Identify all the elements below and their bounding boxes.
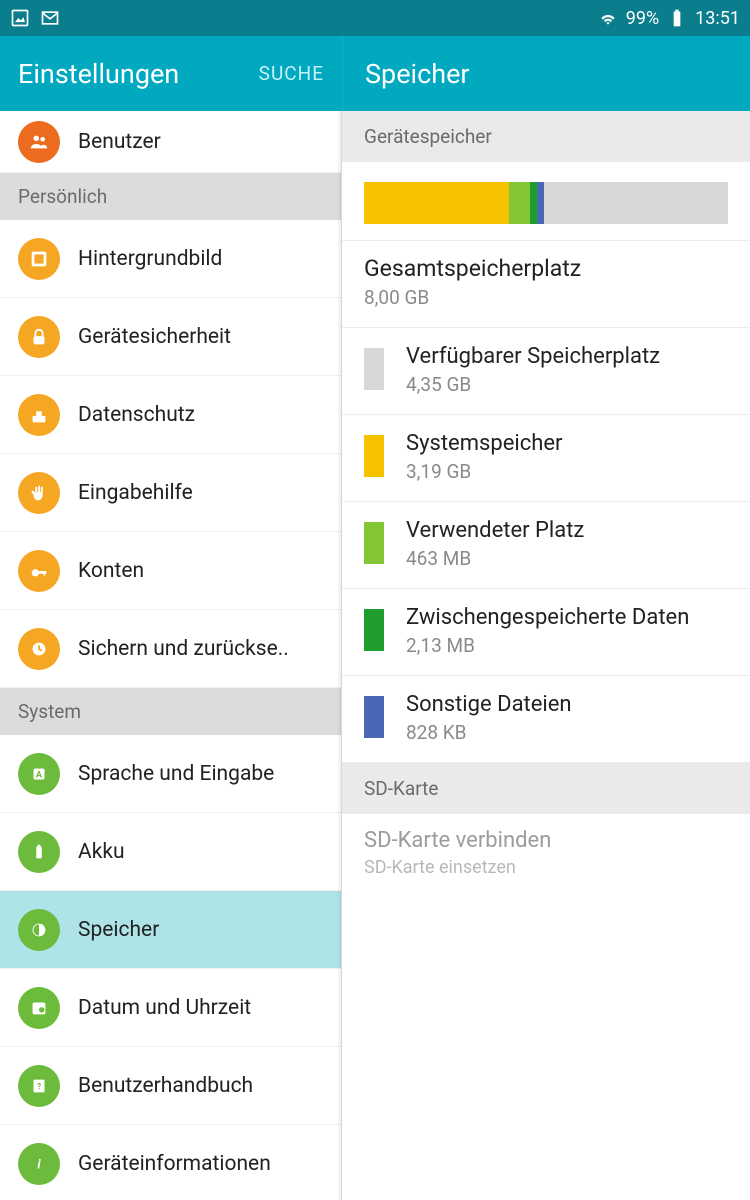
wallpaper-icon xyxy=(18,238,60,280)
section-device-storage: Gerätespeicher xyxy=(342,111,750,162)
section-sd-card: SD-Karte xyxy=(342,763,750,814)
sidebar-item-storage[interactable]: Speicher xyxy=(0,891,341,969)
storage-row-value: 2,13 MB xyxy=(406,634,689,657)
sidebar-item-language[interactable]: A Sprache und Eingabe xyxy=(0,735,341,813)
calendar-icon xyxy=(18,987,60,1029)
sd-connect-label: SD-Karte verbinden xyxy=(364,828,728,853)
sidebar-item-label: Akku xyxy=(78,840,125,864)
svg-text:i: i xyxy=(37,1157,41,1172)
sidebar-item-datetime[interactable]: Datum und Uhrzeit xyxy=(0,969,341,1047)
clock-text: 13:51 xyxy=(695,8,740,29)
search-button[interactable]: SUCHE xyxy=(259,62,324,85)
storage-row-label: Verwendeter Platz xyxy=(406,518,584,543)
sidebar-item-label: Gerätesicherheit xyxy=(78,325,231,349)
storage-row-label: Sonstige Dateien xyxy=(406,692,572,717)
sidebar-section-personal: Persönlich xyxy=(0,173,341,220)
storage-row-value: 3,19 GB xyxy=(406,460,562,483)
storage-row-value: 4,35 GB xyxy=(406,373,660,396)
sidebar-item-label: Hintergrundbild xyxy=(78,247,222,271)
sidebar-item-manual[interactable]: ? Benutzerhandbuch xyxy=(0,1047,341,1125)
sidebar-item-backup[interactable]: Sichern und zurückse.. xyxy=(0,610,341,688)
sidebar-item-label: Benutzer xyxy=(78,130,161,154)
storage-row-used[interactable]: Verwendeter Platz 463 MB xyxy=(342,502,750,589)
sidebar-item-label: Datum und Uhrzeit xyxy=(78,996,251,1020)
wifi-icon xyxy=(598,8,618,28)
sidebar-item-privacy[interactable]: Datenschutz xyxy=(0,376,341,454)
storage-usage-bar-wrap xyxy=(342,162,750,241)
info-icon: i xyxy=(18,1143,60,1185)
sidebar-item-label: Datenschutz xyxy=(78,403,195,427)
status-bar: 99% 13:51 xyxy=(0,0,750,36)
storage-row-value: 828 KB xyxy=(406,721,572,744)
lock-icon xyxy=(18,316,60,358)
sidebar-item-battery[interactable]: Akku xyxy=(0,813,341,891)
storage-row-label: Verfügbarer Speicherplatz xyxy=(406,344,660,369)
storage-bar-segment xyxy=(364,182,509,224)
gmail-icon xyxy=(40,8,60,28)
sd-connect-row: SD-Karte verbinden SD-Karte einsetzen xyxy=(342,814,750,896)
storage-row-available[interactable]: Verfügbarer Speicherplatz 4,35 GB xyxy=(342,328,750,415)
storage-row-label: Systemspeicher xyxy=(406,431,562,456)
sd-connect-sub: SD-Karte einsetzen xyxy=(364,857,728,878)
sidebar-item-security[interactable]: Gerätesicherheit xyxy=(0,298,341,376)
sidebar-item-wallpaper[interactable]: Hintergrundbild xyxy=(0,220,341,298)
battery-icon xyxy=(18,831,60,873)
storage-bar-segment xyxy=(530,182,537,224)
storage-panel: Gerätespeicher Gesamtspeicherplatz 8,00 … xyxy=(342,111,750,1200)
storage-total-row[interactable]: Gesamtspeicherplatz 8,00 GB xyxy=(342,241,750,328)
backup-icon xyxy=(18,628,60,670)
sidebar-item-deviceinfo[interactable]: i Geräteinformationen xyxy=(0,1125,341,1200)
hand-icon xyxy=(18,472,60,514)
storage-total-value: 8,00 GB xyxy=(364,286,728,309)
svg-text:?: ? xyxy=(37,1081,41,1091)
storage-total-label: Gesamtspeicherplatz xyxy=(364,255,728,282)
sidebar-item-label: Konten xyxy=(78,559,144,583)
page-header: Speicher xyxy=(342,36,750,111)
manual-icon: ? xyxy=(18,1065,60,1107)
storage-icon xyxy=(18,909,60,951)
settings-title: Einstellungen xyxy=(18,58,179,90)
swatch-other xyxy=(364,696,384,738)
sidebar-item-label: Sichern und zurückse.. xyxy=(78,637,289,661)
storage-row-value: 463 MB xyxy=(406,547,584,570)
swatch-used xyxy=(364,522,384,564)
battery-percent: 99% xyxy=(626,8,659,29)
storage-usage-bar xyxy=(364,182,728,224)
page-title: Speicher xyxy=(365,58,470,90)
sidebar-item-label: Benutzerhandbuch xyxy=(78,1074,253,1098)
users-icon xyxy=(18,121,60,163)
sidebar-item-label: Speicher xyxy=(78,918,159,942)
sidebar-item-users[interactable]: Benutzer xyxy=(0,111,341,173)
storage-row-system[interactable]: Systemspeicher 3,19 GB xyxy=(342,415,750,502)
sidebar-section-system: System xyxy=(0,688,341,735)
key-icon xyxy=(18,550,60,592)
settings-header: Einstellungen SUCHE xyxy=(0,36,342,111)
storage-bar-segment xyxy=(509,182,530,224)
sidebar-item-label: Geräteinformationen xyxy=(78,1152,271,1176)
sidebar-item-accounts[interactable]: Konten xyxy=(0,532,341,610)
storage-bar-segment xyxy=(537,182,544,224)
settings-sidebar[interactable]: Benutzer Persönlich Hintergrundbild Gerä… xyxy=(0,111,342,1200)
storage-row-other[interactable]: Sonstige Dateien 828 KB xyxy=(342,676,750,763)
svg-text:A: A xyxy=(36,770,43,780)
sidebar-item-label: Eingabehilfe xyxy=(78,481,193,505)
sidebar-item-label: Sprache und Eingabe xyxy=(78,762,274,786)
privacy-icon xyxy=(18,394,60,436)
language-icon: A xyxy=(18,753,60,795)
sidebar-item-accessibility[interactable]: Eingabehilfe xyxy=(0,454,341,532)
storage-row-cached[interactable]: Zwischengespeicherte Daten 2,13 MB xyxy=(342,589,750,676)
storage-bar-segment xyxy=(544,182,728,224)
image-icon xyxy=(10,8,30,28)
battery-icon xyxy=(667,8,687,28)
swatch-system xyxy=(364,435,384,477)
storage-row-label: Zwischengespeicherte Daten xyxy=(406,605,689,630)
swatch-available xyxy=(364,348,384,390)
swatch-cached xyxy=(364,609,384,651)
